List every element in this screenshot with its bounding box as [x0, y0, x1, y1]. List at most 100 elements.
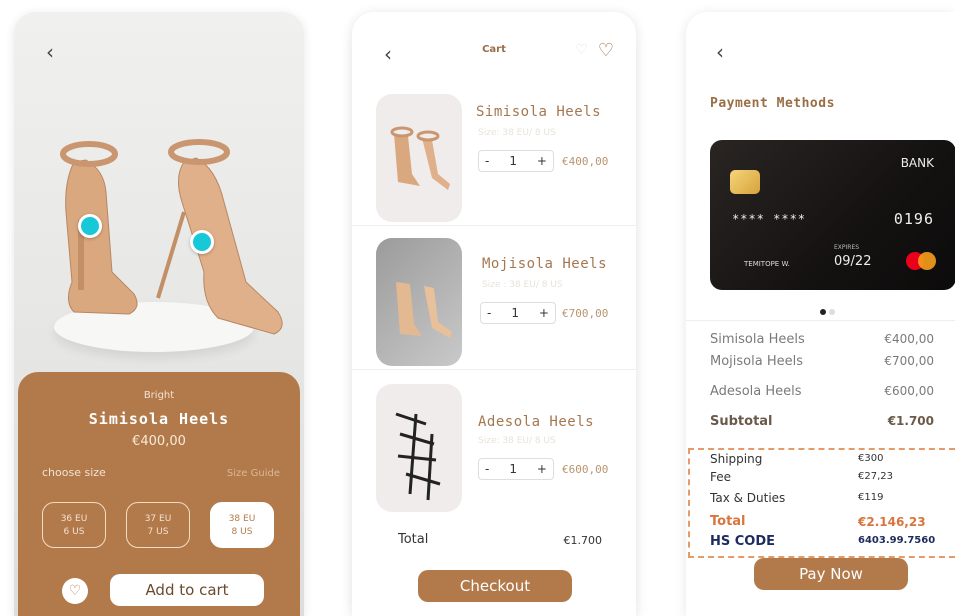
subtotal-value: €1.700	[887, 414, 934, 428]
card-holder: TEMITOPE W.	[744, 260, 790, 268]
summary-value: €700,00	[884, 354, 934, 368]
increment-button[interactable]: +	[537, 154, 547, 168]
item-thumbnail	[376, 238, 462, 366]
divider	[686, 320, 955, 321]
item-price: €400,00	[562, 155, 609, 168]
size-option-36[interactable]: 36 EU 6 US	[42, 502, 106, 548]
hotspot-right[interactable]	[190, 230, 214, 254]
checkout-button[interactable]: Checkout	[418, 570, 572, 602]
quantity-value: 1	[509, 154, 517, 168]
total-row: Total €2.146,23	[710, 514, 930, 529]
summary-value: €400,00	[884, 332, 934, 346]
total-label: Total	[710, 514, 746, 529]
expires-label: EXPIRES	[834, 244, 860, 251]
summary-value: €600,00	[884, 384, 934, 398]
chevron-left-icon[interactable]: ‹	[716, 40, 724, 64]
item-name: Simisola Heels	[476, 104, 602, 120]
product-screen: ‹ Bright Simisola Heels €400,00 choose s…	[14, 12, 304, 616]
increment-button[interactable]: +	[539, 306, 549, 320]
product-price: €400,00	[132, 434, 186, 449]
fee-row: Tax & Duties €119	[710, 491, 930, 505]
subtotal-label: Subtotal	[710, 414, 773, 429]
quantity-stepper[interactable]: - 1 +	[478, 150, 554, 172]
product-image	[60, 139, 283, 335]
fee-row: Fee €27,23	[710, 470, 930, 484]
total-value: €2.146,23	[858, 515, 926, 529]
hs-code-value: 6403.99.7560	[858, 535, 936, 546]
cart-item: Simisola Heels Size: 38 EU/ 8 US - 1 + €…	[352, 86, 636, 226]
pay-now-button[interactable]: Pay Now	[754, 558, 908, 590]
hs-code-row: HS CODE 6403.99.7560	[710, 534, 935, 549]
choose-size-label: choose size	[42, 466, 106, 479]
summary-label: Simisola Heels	[710, 332, 805, 347]
fee-value: €119	[858, 492, 884, 503]
credit-card[interactable]: BANK **** **** 0196 EXPIRES 09/22 TEMITO…	[710, 140, 955, 290]
carousel-dots[interactable]	[820, 300, 838, 319]
fee-label: Shipping	[710, 452, 763, 466]
item-thumbnail	[376, 384, 462, 512]
cart-item: Adesola Heels Size: 38 EU/ 8 US - 1 + €6…	[352, 380, 636, 520]
item-size: Size : 38 EU/ 8 US	[482, 280, 563, 290]
quantity-stepper[interactable]: - 1 +	[480, 302, 556, 324]
quantity-value: 1	[511, 306, 519, 320]
summary-row: Simisola Heels €400,00	[710, 332, 934, 347]
fee-value: €27,23	[858, 471, 893, 482]
size-guide-link[interactable]: Size Guide	[227, 468, 280, 479]
fee-row: Shipping €300	[710, 452, 930, 466]
fee-label: Fee	[710, 470, 732, 484]
chevron-left-icon[interactable]: ‹	[46, 40, 54, 64]
item-thumbnail	[376, 94, 462, 222]
carousel-dot[interactable]	[820, 309, 826, 315]
decrement-button[interactable]: -	[485, 154, 489, 168]
hotspot-left[interactable]	[78, 214, 102, 238]
fee-value: €300	[858, 453, 884, 464]
size-eu: 38 EU	[228, 514, 256, 524]
page-title: Cart	[482, 44, 506, 55]
page-title: Payment Methods	[710, 96, 835, 111]
quantity-value: 1	[509, 462, 517, 476]
cart-total-label: Total	[398, 532, 429, 547]
decrement-button[interactable]: -	[487, 306, 491, 320]
subtotal-row: Subtotal €1.700	[710, 414, 934, 429]
size-eu: 37 EU	[144, 514, 172, 524]
heart-icon[interactable]: ♡	[62, 578, 88, 604]
summary-row: Mojisola Heels €700,00	[710, 354, 934, 369]
expiry-value: 09/22	[834, 254, 872, 269]
decrement-button[interactable]: -	[485, 462, 489, 476]
hs-code-label: HS CODE	[710, 534, 776, 549]
product-name: Simisola Heels	[88, 410, 230, 428]
item-name: Mojisola Heels	[482, 256, 608, 272]
size-option-37[interactable]: 37 EU 7 US	[126, 502, 190, 548]
size-eu: 36 EU	[60, 514, 88, 524]
cart-item: Mojisola Heels Size : 38 EU/ 8 US - 1 + …	[352, 230, 636, 370]
mastercard-icon	[906, 252, 936, 270]
item-size: Size: 38 EU/ 8 US	[478, 128, 556, 138]
item-size: Size: 38 EU/ 8 US	[478, 436, 556, 446]
item-price: €600,00	[562, 463, 609, 476]
cart-screen: ‹ Cart ♡ ♡ Simisola Heels Size: 38 EU/ 8…	[352, 12, 636, 616]
summary-label: Adesola Heels	[710, 384, 802, 399]
summary-row: Adesola Heels €600,00	[710, 384, 934, 399]
cart-total-value: €1.700	[563, 534, 603, 547]
size-us: 8 US	[231, 527, 253, 537]
carousel-dot[interactable]	[829, 309, 835, 315]
chip-icon	[730, 170, 760, 194]
heart-icon[interactable]: ♡	[598, 40, 614, 61]
card-number-masked: **** ****	[732, 212, 807, 226]
size-us: 6 US	[63, 527, 85, 537]
product-panel: Bright Simisola Heels €400,00 choose siz…	[18, 372, 300, 616]
payment-screen: ‹ Payment Methods BANK **** **** 0196 EX…	[686, 12, 955, 616]
summary-label: Mojisola Heels	[710, 354, 803, 369]
card-bank: BANK	[900, 156, 934, 170]
quantity-stepper[interactable]: - 1 +	[478, 458, 554, 480]
add-to-cart-button[interactable]: Add to cart	[110, 574, 264, 606]
product-subtitle: Bright	[143, 390, 175, 401]
item-name: Adesola Heels	[478, 414, 595, 430]
card-number-last4: 0196	[893, 210, 934, 228]
share-icon[interactable]: ♡	[575, 42, 588, 58]
item-price: €700,00	[562, 307, 609, 320]
increment-button[interactable]: +	[537, 462, 547, 476]
size-option-38[interactable]: 38 EU 8 US	[210, 502, 274, 548]
fee-label: Tax & Duties	[710, 491, 786, 505]
size-us: 7 US	[147, 527, 169, 537]
